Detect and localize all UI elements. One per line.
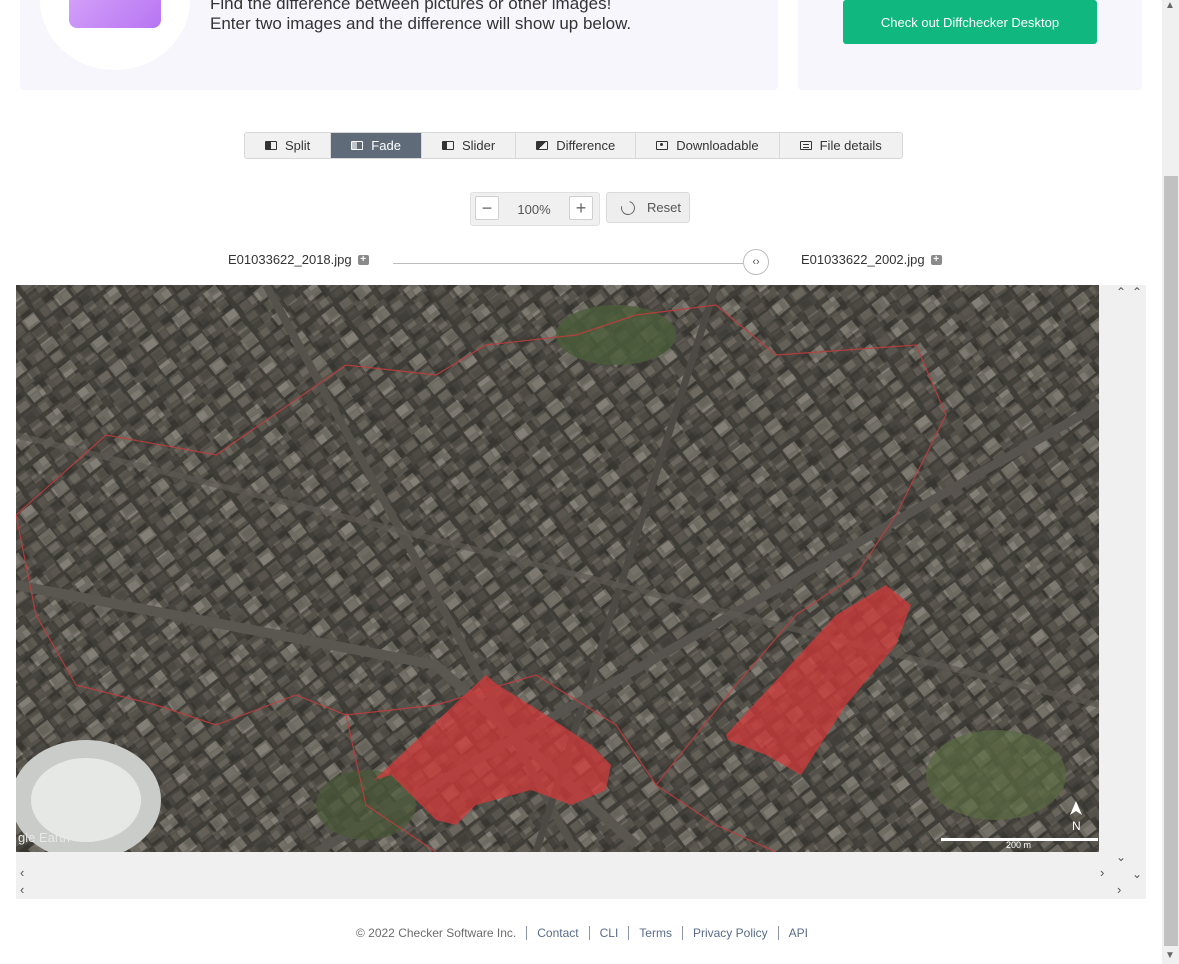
slider-icon — [441, 141, 454, 150]
hero-line-1: Find the difference between pictures or … — [210, 0, 612, 13]
left-file-label: E01033622_2018.jpg — [228, 252, 352, 267]
view-mode-tabs: Split Fade Slider Difference Downloadabl… — [244, 132, 903, 159]
scroll-left-arrow-icon[interactable]: ‹ — [20, 865, 24, 880]
table-icon — [799, 141, 812, 150]
tab-split[interactable]: Split — [245, 133, 332, 158]
scroll-up-arrow-icon[interactable]: ▲ — [1165, 0, 1175, 11]
image-viewer[interactable]: gle Earth 200 m N ⌃ ⌃ ⌄ ⌄ ‹ › ‹ › — [16, 285, 1146, 899]
scroll-down-arrow-icon[interactable]: ▼ — [1165, 950, 1175, 961]
hero-description: Find the difference between pictures or … — [210, 0, 631, 34]
add-image-icon[interactable]: + — [357, 254, 369, 265]
scroll-up-arrow-icon[interactable]: ⌃ — [1132, 285, 1142, 299]
footer-link-cli[interactable]: CLI — [590, 926, 630, 940]
copyright-text: © 2022 Checker Software Inc. — [346, 926, 528, 940]
tab-label: Split — [285, 138, 311, 153]
scrollbar-thumb[interactable] — [1164, 176, 1178, 946]
zoom-out-button[interactable]: − — [475, 196, 499, 220]
page-scrollbar[interactable]: ▲ ▼ — [1162, 0, 1179, 964]
map-scale-label: 200 m — [1006, 840, 1031, 850]
north-label: N — [1072, 819, 1081, 833]
tab-label: Slider — [461, 138, 496, 153]
tab-label: Downloadable — [676, 138, 759, 153]
fade-slider-track[interactable] — [393, 263, 745, 264]
tab-label: File details — [819, 138, 882, 153]
satellite-image: gle Earth 200 m N — [16, 285, 1099, 852]
scroll-right-arrow-icon[interactable]: › — [1100, 865, 1104, 880]
tab-file-details[interactable]: File details — [780, 133, 902, 158]
map-watermark: gle Earth — [18, 830, 70, 845]
left-file-name: E01033622_2018.jpg + — [228, 252, 369, 267]
hero-panel: Find the difference between pictures or … — [20, 0, 778, 90]
scroll-down-arrow-icon[interactable]: ⌄ — [1132, 867, 1142, 881]
reset-button[interactable]: Reset — [606, 192, 690, 223]
tab-fade[interactable]: Fade — [331, 133, 422, 158]
promo-panel: Check out Diffchecker Desktop — [798, 0, 1142, 90]
zoom-level: 100% — [517, 202, 551, 217]
scroll-right-arrow-icon[interactable]: › — [1117, 882, 1121, 897]
reset-icon — [618, 197, 638, 218]
reset-label: Reset — [647, 200, 681, 215]
scroll-left-arrow-icon[interactable]: ‹ — [20, 882, 24, 897]
zoom-in-button[interactable]: + — [569, 196, 593, 220]
right-file-label: E01033622_2002.jpg — [801, 252, 925, 267]
right-file-name: E01033622_2002.jpg + — [801, 252, 942, 267]
add-image-icon[interactable]: + — [930, 254, 942, 265]
footer-link-api[interactable]: API — [779, 926, 818, 940]
scroll-down-arrow-icon[interactable]: ⌄ — [1116, 850, 1126, 864]
fade-icon — [351, 141, 364, 150]
zoom-control: − 100% + — [470, 192, 600, 226]
footer: © 2022 Checker Software Inc. Contact CLI Te… — [0, 926, 1164, 940]
diffchecker-desktop-button[interactable]: Check out Diffchecker Desktop — [843, 0, 1097, 44]
image-icon — [656, 141, 669, 150]
scroll-up-arrow-icon[interactable]: ⌃ — [1116, 285, 1126, 299]
image-illustration-icon — [69, 0, 161, 28]
footer-link-contact[interactable]: Contact — [527, 926, 590, 940]
tab-difference[interactable]: Difference — [516, 133, 637, 158]
tab-downloadable[interactable]: Downloadable — [636, 133, 780, 158]
split-icon — [265, 141, 277, 150]
tab-slider[interactable]: Slider — [422, 133, 517, 158]
tab-label: Difference — [556, 138, 616, 153]
footer-link-terms[interactable]: Terms — [629, 926, 683, 940]
difference-icon — [536, 141, 549, 150]
tab-label: Fade — [371, 138, 401, 153]
hero-line-2: Enter two images and the difference will… — [210, 14, 632, 33]
satellite-map-graphic: gle Earth 200 m N — [16, 285, 1099, 852]
footer-link-privacy[interactable]: Privacy Policy — [683, 926, 779, 940]
fade-slider-handle[interactable]: ‹› — [743, 249, 769, 275]
